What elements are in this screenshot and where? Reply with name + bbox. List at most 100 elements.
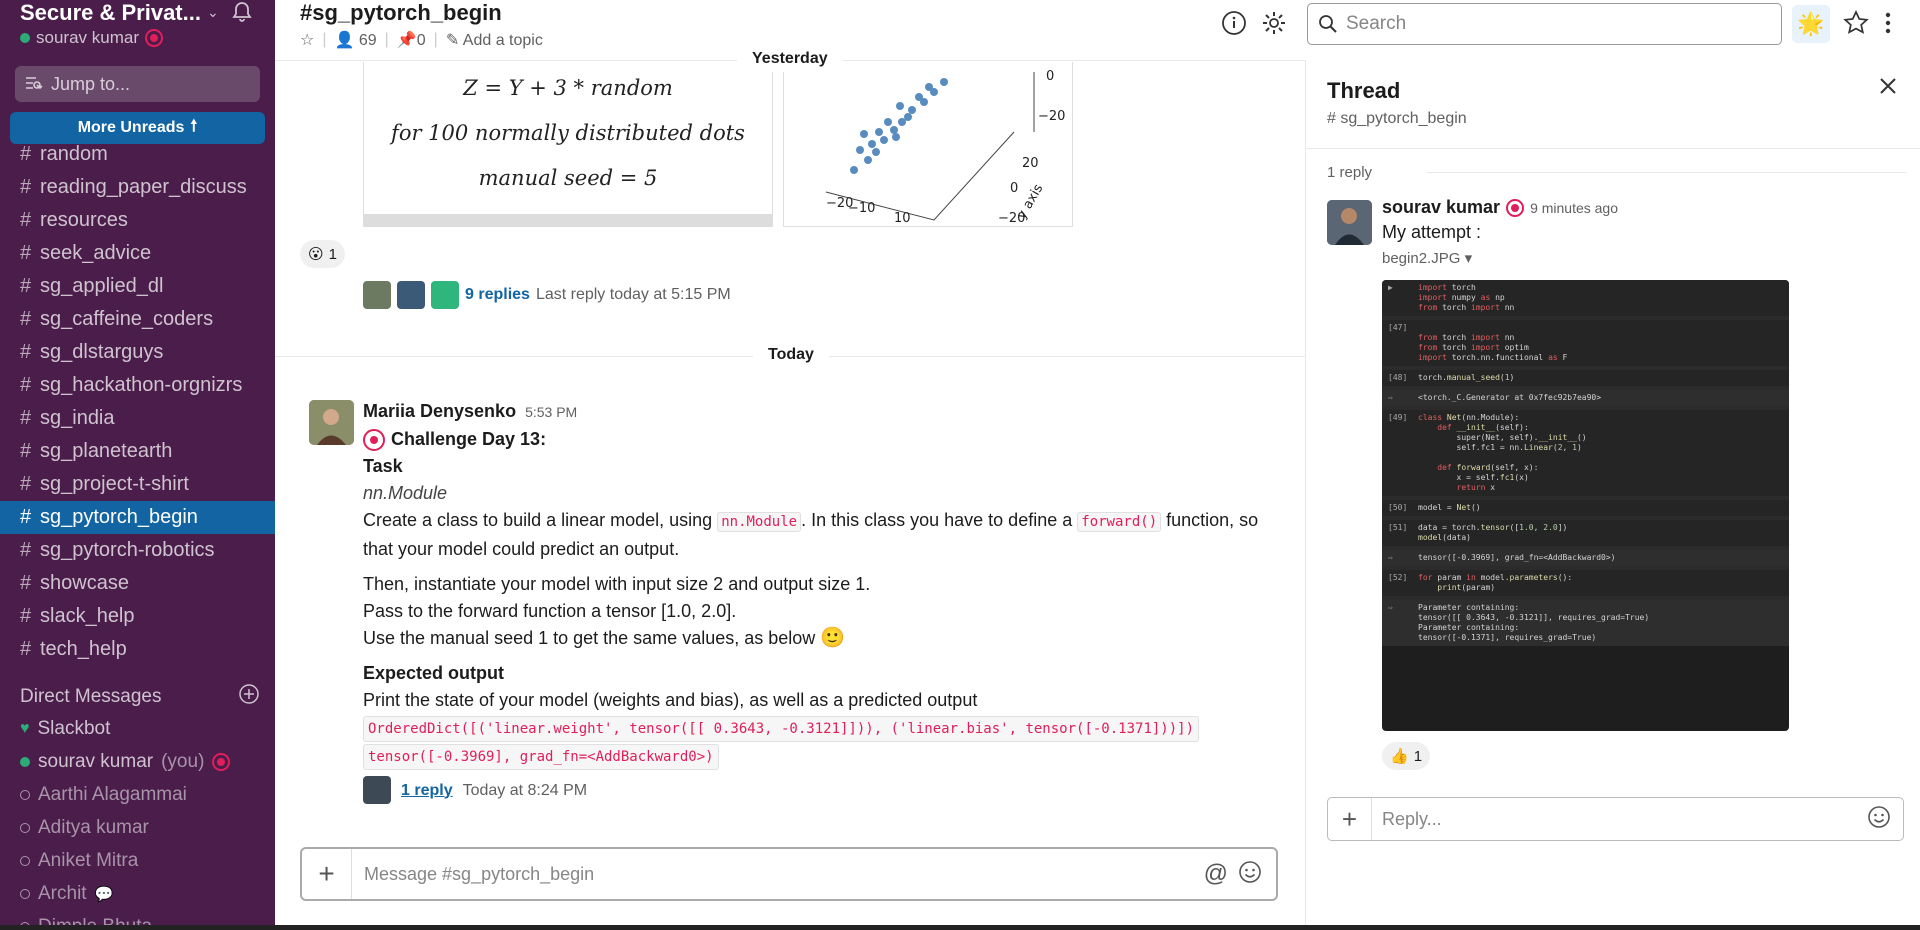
dm-item-self[interactable]: sourav kumar (you) [0,745,275,778]
notebook-cell: [52] for param in model.parameters(): pri… [1382,570,1789,600]
thread-reply-composer[interactable]: + Reply... [1327,797,1904,841]
sidebar-item-slack-help[interactable]: # slack_help [0,600,275,633]
info-icon[interactable] [1221,10,1247,41]
reply-link[interactable]: 1 reply [401,777,453,804]
current-user[interactable]: sourav kumar [20,28,163,48]
channel-label: sg_pytorch_begin [40,506,198,528]
direct-messages-header[interactable]: Direct Messages [20,683,260,711]
mention-icon[interactable]: @ [1204,860,1228,889]
dm-label: sourav kumar [38,750,154,772]
reaction-thumbs-up[interactable]: 👍 1 [1382,742,1431,770]
plus-icon[interactable]: + [302,849,352,899]
message-paragraph: Pass to the forward function a tensor [1… [363,601,737,621]
plus-icon[interactable]: + [1328,798,1372,840]
channel-meta: ☆ | 👤 69 | 📌0 | ✎ Add a topic [300,30,543,50]
sidebar-item-sg-caffeine-coders[interactable]: # sg_caffeine_coders [0,303,275,336]
notebook-output: ⇨ tensor([-0.3969], grad_fn=<AddBackward0… [1382,550,1789,570]
star-icon[interactable] [1843,10,1869,41]
sidebar-item-reading-paper-discuss[interactable]: # reading_paper_discuss [0,171,275,204]
sidebar-item-showcase[interactable]: # showcase [0,567,275,600]
sidebar-item-sg-pytorch-robotics[interactable]: # sg_pytorch-robotics [0,534,275,567]
channel-label: reading_paper_discuss [40,176,247,198]
equation-line: manual seed = 5 [478,166,658,190]
thread-channel[interactable]: # sg_pytorch_begin [1327,110,1467,128]
sidebar-item-sg-india[interactable]: # sg_india [0,402,275,435]
avatar[interactable] [1327,200,1372,245]
avatar[interactable] [309,400,354,445]
date-divider-today[interactable]: Today [753,342,829,368]
reply-input[interactable]: Reply... [1372,809,1867,830]
pin-count-value: 0 [416,32,426,49]
emoji-icon[interactable] [1238,860,1262,889]
channel-label: sg_hackathon-orgnizrs [40,374,243,396]
glowing-star-icon: 🌟 [1797,11,1825,36]
thread-time[interactable]: 9 minutes ago [1530,200,1618,216]
activity-button[interactable]: 🌟 [1792,5,1830,43]
sidebar: Secure & Privat... ⌄ sourav kumar Jump t… [0,0,275,930]
channel-title[interactable]: #sg_pytorch_begin [300,0,502,26]
thread-summary-previous[interactable]: 9 replies Last reply today at 5:15 PM [363,281,731,309]
thread-author[interactable]: sourav kumar [1382,197,1500,218]
channel-label: showcase [40,572,129,594]
code-screenshot-image[interactable]: ▶ import torch import numpy as np from torc… [1382,280,1789,731]
notebook-cell: [47] from torch import nn from torch impor… [1382,320,1789,370]
thread-summary[interactable]: 1 reply Today at 8:24 PM [363,776,1283,804]
away-status-icon [20,822,30,833]
text-span: Create a class to build a linear model, … [363,510,713,530]
more-vertical-icon[interactable] [1883,10,1893,41]
code-output: OrderedDict([('linear.weight', tensor([[… [363,716,1200,742]
sidebar-item-resources[interactable]: # resources [0,204,275,237]
channel-label: seek_advice [40,242,152,264]
sidebar-item-sg-planetearth[interactable]: # sg_planetearth [0,435,275,468]
svg-text:y axis: y axis [1014,182,1046,222]
gear-icon[interactable] [1261,10,1287,41]
svg-text:0: 0 [1010,181,1018,196]
sidebar-item-tech-help[interactable]: # tech_help [0,633,275,666]
sidebar-item-seek-advice[interactable]: # seek_advice [0,237,275,270]
sidebar-item-sg-dlstarguys[interactable]: # sg_dlstarguys [0,336,275,369]
replies-link[interactable]: 9 replies [465,286,530,304]
message-author[interactable]: Mariia Denysenko [363,401,516,421]
sidebar-item-sg-hackathon-orgnizrs[interactable]: # sg_hackathon-orgnizrs [0,369,275,402]
message-title: Challenge Day 13: [391,429,547,449]
message-time[interactable]: 5:53 PM [525,404,577,420]
chevron-down-icon[interactable]: ⌄ [207,4,219,21]
sidebar-item-sg-pytorch-begin[interactable]: # sg_pytorch_begin [0,501,275,534]
equation-image[interactable]: Z = Y + 3 * random for 100 normally dist… [363,62,773,227]
star-outline-icon[interactable]: ☆ [300,30,314,50]
add-topic-link[interactable]: ✎ Add a topic [446,30,543,50]
dm-item-aniket[interactable]: Aniket Mitra [0,844,275,877]
hash-icon: # [20,605,32,627]
dm-item-aditya[interactable]: Aditya kumar [0,811,275,844]
pin-count[interactable]: 📌0 [397,30,426,50]
member-count-value: 69 [358,32,377,49]
close-icon[interactable] [1878,76,1898,101]
hash-icon: # [20,506,32,528]
search-input[interactable]: Search [1307,3,1782,45]
reaction-astonished[interactable]: 😮 1 [300,240,345,268]
dm-item-aarthi[interactable]: Aarthi Alagammai [0,778,275,811]
sidebar-item-random[interactable]: # random [0,138,275,171]
workspace-name[interactable]: Secure & Privat... [20,0,201,26]
scatter-3d-image[interactable]: 0 −20 20 0 −20 −20 −10 10 y axis [783,62,1073,227]
channel-label: sg_planetearth [40,440,173,462]
target-emoji-icon [363,428,385,451]
date-divider-yesterday[interactable]: Yesterday [737,46,843,72]
away-status-icon [20,789,30,800]
message-input[interactable]: Message #sg_pytorch_begin [352,864,1204,885]
add-circle-icon[interactable] [238,683,260,711]
member-count[interactable]: 👤 69 [335,30,377,50]
bell-icon[interactable] [230,0,254,29]
thread-message: sourav kumar 9 minutes ago My attempt : … [1382,197,1802,267]
message-composer[interactable]: + Message #sg_pytorch_begin @ [300,847,1278,901]
sidebar-item-sg-project-t-shirt[interactable]: # sg_project-t-shirt [0,468,275,501]
message: Mariia Denysenko 5:53 PM Challenge Day 1… [363,398,1283,804]
dm-item-slackbot[interactable]: ♥ Slackbot [0,712,275,745]
jump-to-button[interactable]: Jump to... [15,66,260,102]
sidebar-item-sg-applied-dl[interactable]: # sg_applied_dl [0,270,275,303]
scatter-plot-graphic: 0−20 200−20 −20−1010 y axis [825,69,1065,226]
dm-item-archit[interactable]: Archit 💬 [0,877,275,910]
file-name[interactable]: begin2.JPG ▾ [1382,249,1802,267]
hash-icon: # [20,275,32,297]
emoji-icon[interactable] [1867,805,1903,834]
